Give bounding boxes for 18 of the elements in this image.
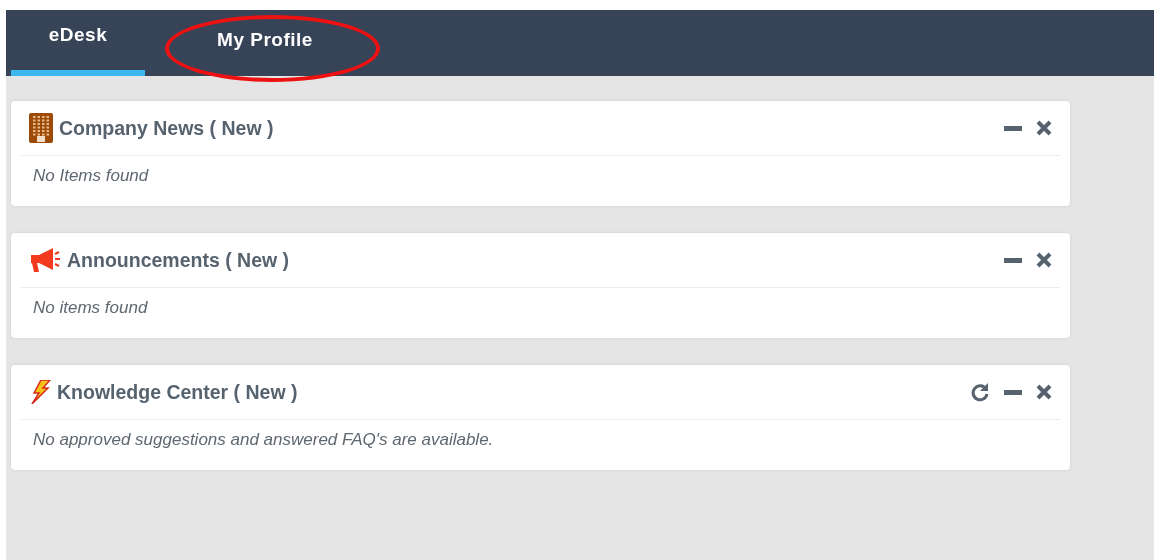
refresh-icon[interactable] [970, 382, 990, 402]
empty-message: No Items found [33, 166, 150, 186]
empty-message: No approved suggestions and answered FAQ's are available. [33, 430, 495, 450]
building-icon [29, 113, 53, 143]
close-icon[interactable] [1036, 384, 1052, 400]
minimize-icon[interactable] [1004, 389, 1022, 395]
widget-title: Announcements ( New ) [67, 248, 291, 272]
empty-message: No items found [33, 298, 149, 318]
tab[interactable]: eDesk [11, 10, 145, 76]
widget-title: Knowledge Center ( New ) [57, 380, 299, 404]
megaphone-icon [29, 247, 61, 273]
close-icon[interactable] [1036, 252, 1052, 268]
lightning-icon [29, 380, 51, 404]
widget-title: Company News ( New ) [59, 116, 275, 140]
minimize-icon[interactable] [1004, 257, 1022, 263]
tab[interactable]: My Profile [145, 10, 385, 76]
close-icon[interactable] [1036, 120, 1052, 136]
minimize-icon[interactable] [1004, 125, 1022, 131]
